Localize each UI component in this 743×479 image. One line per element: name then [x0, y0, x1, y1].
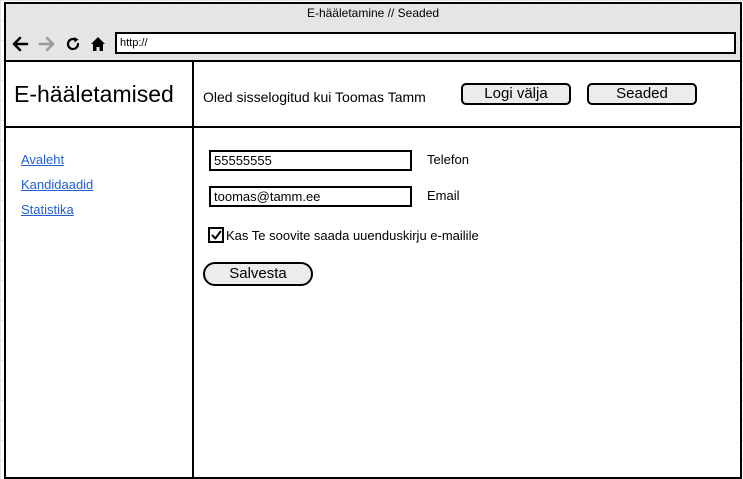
logout-button[interactable]: Logi välja [461, 83, 571, 105]
window-title: E-hääletamine // Seaded [306, 6, 440, 20]
home-button[interactable] [88, 34, 108, 54]
newsletter-label: Kas Te soovite saada uuenduskirju e-mail… [226, 228, 479, 243]
home-icon [91, 37, 105, 51]
column-divider [192, 62, 194, 477]
reload-button[interactable] [63, 34, 83, 54]
sidebar-item-kandidaadid[interactable]: Kandidaadid [21, 177, 93, 192]
sidebar-item-statistika[interactable]: Statistika [21, 202, 74, 217]
browser-titlebar: E-hääletamine // Seaded http:// [6, 4, 740, 62]
checkmark-icon [211, 230, 221, 239]
arrow-right-icon [38, 36, 55, 52]
reload-icon [66, 37, 80, 51]
logged-in-text: Oled sisselogitud kui Toomas Tamm [203, 89, 426, 105]
sidebar-item-avaleht[interactable]: Avaleht [21, 152, 64, 167]
address-bar[interactable]: http:// [115, 32, 736, 54]
save-button[interactable]: Salvesta [203, 262, 313, 286]
newsletter-checkbox[interactable] [208, 227, 224, 243]
forward-button[interactable] [37, 34, 57, 54]
settings-button[interactable]: Seaded [587, 83, 697, 105]
phone-field[interactable] [209, 150, 412, 171]
email-label: Email [427, 188, 460, 203]
browser-window: E-hääletamine // Seaded http:// E-häälet… [4, 2, 742, 479]
page-header: E-hääletamised Oled sisselogitud kui Too… [6, 62, 740, 128]
email-field[interactable] [209, 186, 412, 207]
phone-label: Telefon [427, 152, 469, 167]
back-button[interactable] [10, 34, 30, 54]
arrow-left-icon [12, 36, 29, 52]
site-brand: E-hääletamised [14, 81, 174, 107]
